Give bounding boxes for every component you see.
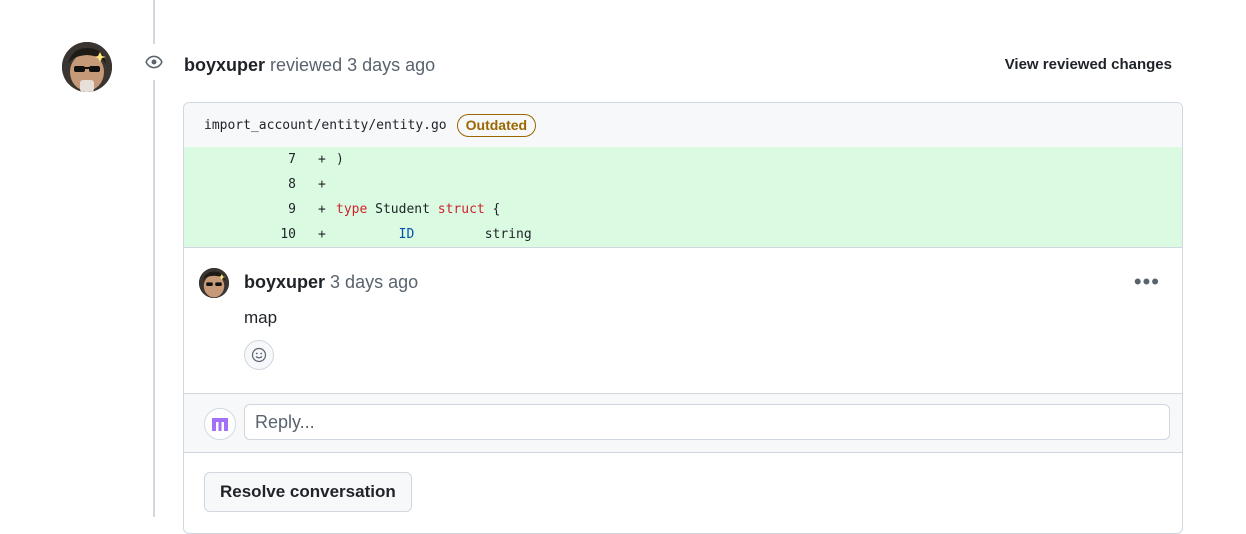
line-number: 8 — [288, 177, 296, 192]
comment-header: boyxuper 3 days ago — [244, 271, 418, 293]
line-number: 9 — [288, 202, 296, 217]
diff-marker: + — [318, 152, 326, 167]
review-author[interactable]: boyxuper — [184, 55, 265, 75]
comment-time[interactable]: 3 days ago — [330, 272, 418, 292]
comment-author-avatar[interactable] — [199, 268, 229, 298]
resolve-conversation-button[interactable]: Resolve conversation — [204, 472, 412, 512]
line-number: 10 — [280, 227, 296, 242]
diff-line: 9 + type Student struct { — [184, 197, 1182, 222]
current-user-avatar — [204, 408, 236, 440]
code-text: ID string — [398, 227, 532, 242]
outdated-badge: Outdated — [456, 113, 537, 137]
review-comment: boyxuper 3 days ago ••• map — [184, 247, 1182, 393]
view-reviewed-changes-link[interactable]: View reviewed changes — [1005, 55, 1172, 75]
line-number: 7 — [288, 152, 296, 167]
eye-icon — [136, 44, 172, 80]
diff-marker: + — [318, 227, 326, 242]
reply-input[interactable] — [244, 404, 1170, 440]
diff-line: 10 + ID string — [184, 222, 1182, 247]
comment-author[interactable]: boyxuper — [244, 272, 325, 292]
review-header: boyxuper reviewed 3 days ago — [184, 54, 435, 76]
file-header: import_account/entity/entity.go Outdated — [184, 103, 1182, 147]
diff-line: 7 + ) — [184, 147, 1182, 172]
review-action: reviewed — [270, 55, 343, 75]
add-reaction-button[interactable] — [244, 340, 274, 370]
smiley-icon — [251, 347, 267, 363]
code-text: type Student struct { — [336, 202, 501, 217]
comment-body: map — [244, 308, 278, 327]
file-path[interactable]: import_account/entity/entity.go — [204, 118, 447, 133]
review-time[interactable]: 3 days ago — [347, 55, 435, 75]
reply-bar — [184, 393, 1182, 453]
code-text: ) — [336, 152, 344, 167]
diff-line: 8 + — [184, 172, 1182, 197]
reviewer-avatar[interactable] — [62, 42, 112, 92]
diff-hunk: 7 + ) 8 + 9 + type Student struct { 10 +… — [184, 147, 1182, 247]
kebab-menu-icon[interactable]: ••• — [1134, 271, 1160, 293]
review-thread: import_account/entity/entity.go Outdated… — [183, 102, 1183, 534]
diff-marker: + — [318, 177, 326, 192]
diff-marker: + — [318, 202, 326, 217]
